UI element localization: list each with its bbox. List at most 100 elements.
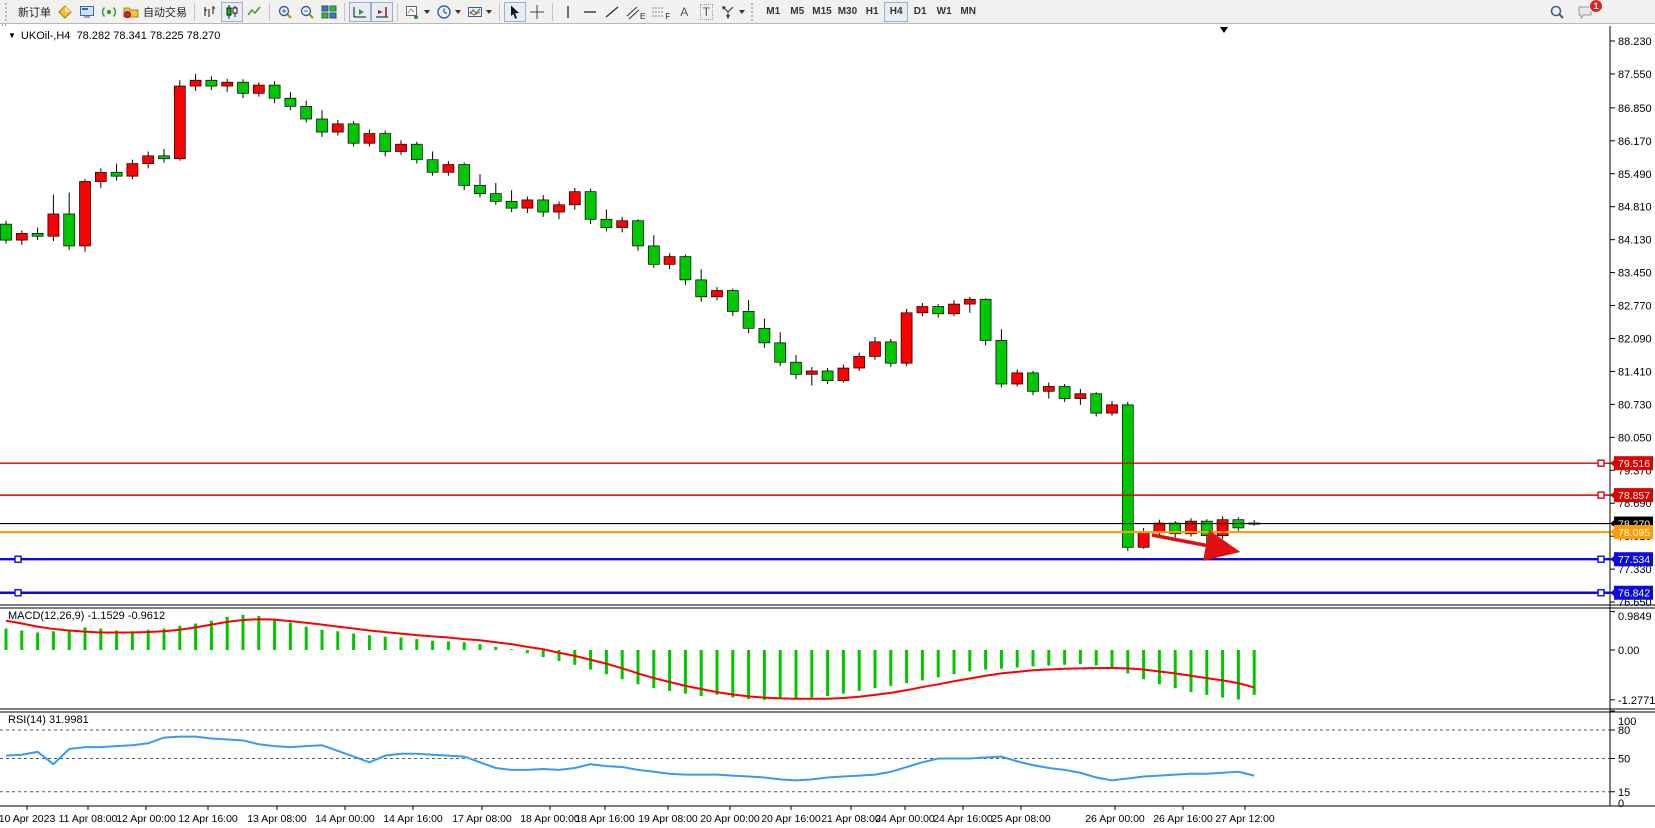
candle-body [1, 224, 12, 240]
time-tick-label[interactable]: 14 Apr 16:00 [383, 813, 443, 825]
candle-body [206, 80, 217, 86]
candle-body [427, 160, 438, 173]
candle-body [1122, 405, 1133, 547]
line-handle[interactable] [15, 590, 21, 596]
candle-body [301, 106, 312, 119]
candle-body [1138, 532, 1149, 548]
candle-body [364, 134, 375, 144]
time-tick-label[interactable]: 26 Apr 00:00 [1085, 813, 1145, 825]
macd-tick-label: -1.2771 [1618, 695, 1655, 707]
rsi-value: 31.9981 [49, 714, 89, 726]
candle-body [806, 371, 817, 374]
candle-body [285, 98, 296, 106]
candle-body [743, 311, 754, 328]
candle-body [901, 313, 912, 363]
candle-body [443, 165, 454, 173]
mt4-terminal: { "toolbar": { "new_order_label": "新订单",… [0, 0, 1655, 828]
candle-body [396, 144, 407, 151]
candle-body [822, 371, 833, 381]
time-tick-label[interactable]: 11 Apr 08:00 [59, 813, 118, 825]
rsi-tick-label: 80 [1618, 725, 1630, 737]
line-handle[interactable] [15, 556, 21, 562]
time-tick-label[interactable]: 21 Apr 08:00 [821, 813, 881, 825]
candle-body [538, 200, 549, 212]
line-handle[interactable] [1598, 556, 1604, 562]
candle-body [996, 340, 1007, 384]
time-tick-label[interactable]: 27 Apr 12:00 [1215, 813, 1275, 825]
candle-body [48, 214, 59, 236]
candle-body [506, 201, 517, 208]
candle-body [174, 86, 185, 159]
candle-body [1107, 405, 1118, 413]
time-tick-label[interactable]: 20 Apr 16:00 [761, 813, 821, 825]
rsi-indicator-label: RSI(14) 31.9981 [8, 714, 89, 726]
price-badge-label: 79.516 [1618, 458, 1650, 470]
candle-body [127, 164, 138, 177]
time-tick-label[interactable]: 25 Apr 08:00 [991, 813, 1051, 825]
time-tick-label[interactable]: 12 Apr 16:00 [178, 813, 238, 825]
candle-body [380, 134, 391, 152]
macd-tick-label: 0.9849 [1618, 611, 1652, 623]
candle-body [522, 200, 533, 208]
candle-body [459, 165, 470, 186]
candle-body [854, 356, 865, 368]
line-handle[interactable] [1598, 492, 1604, 498]
time-tick-label[interactable]: 18 Apr 00:00 [520, 813, 580, 825]
candle-body [411, 144, 422, 160]
candle-body [585, 192, 596, 220]
candle-body [696, 280, 707, 297]
rsi-tick-label: 50 [1618, 754, 1630, 766]
candle-body [1217, 520, 1228, 536]
macd-name: MACD(12,26,9) [8, 610, 84, 622]
time-tick-label[interactable]: 17 Apr 08:00 [452, 813, 512, 825]
time-tick-label[interactable]: 13 Apr 08:00 [247, 813, 307, 825]
time-tick-label[interactable]: 20 Apr 00:00 [700, 813, 760, 825]
ohlc-values: 78.282 78.341 78.225 78.270 [77, 30, 221, 42]
time-tick-label[interactable]: 19 Apr 08:00 [638, 813, 698, 825]
candle-body [332, 124, 343, 132]
candle-body [222, 82, 233, 86]
candle-body [238, 82, 249, 93]
rsi-tick-label: 15 [1618, 787, 1630, 799]
candle-body [980, 299, 991, 340]
chart-background[interactable] [0, 26, 1655, 828]
time-tick-label[interactable]: 26 Apr 16:00 [1153, 813, 1213, 825]
candle-body [601, 219, 612, 227]
price-badge-label: 78.095 [1618, 527, 1650, 539]
candle-body [32, 233, 43, 236]
price-badge-label: 78.857 [1618, 490, 1650, 502]
candle-body [348, 124, 359, 143]
time-tick-label[interactable]: 24 Apr 16:00 [933, 813, 993, 825]
price-tick-label: 86.170 [1618, 136, 1652, 148]
line-handle[interactable] [1598, 590, 1604, 596]
collapse-triangle-icon[interactable]: ▼ [8, 31, 16, 40]
candle-body [1028, 373, 1039, 391]
price-tick-label: 80.730 [1618, 399, 1652, 411]
candle-body [1075, 394, 1086, 399]
candle-body [111, 172, 122, 176]
candle-body [80, 182, 91, 246]
line-handle[interactable] [1598, 460, 1604, 466]
candle-body [1091, 394, 1102, 413]
candle-body [870, 342, 881, 357]
candle-body [1043, 386, 1054, 391]
price-badge-label: 76.842 [1618, 588, 1650, 600]
candle-body [633, 221, 644, 246]
chart-canvas[interactable]: 88.23087.55086.85086.17085.49084.81084.1… [0, 0, 1655, 828]
price-tick-label: 82.090 [1618, 333, 1652, 345]
time-tick-label[interactable]: 14 Apr 00:00 [315, 813, 375, 825]
time-tick-label[interactable]: 24 Apr 00:00 [875, 813, 935, 825]
rsi-name: RSI(14) [8, 714, 46, 726]
price-tick-label: 84.810 [1618, 202, 1652, 214]
candle-body [885, 342, 896, 363]
candle-body [917, 307, 928, 313]
candle-body [475, 185, 486, 193]
time-tick-label[interactable]: 12 Apr 00:00 [116, 813, 176, 825]
candle-body [680, 257, 691, 280]
time-tick-label[interactable]: 10 Apr 2023 [0, 813, 55, 825]
price-tick-label: 80.050 [1618, 432, 1652, 444]
candle-body [964, 299, 975, 304]
candle-body [1012, 373, 1023, 384]
time-tick-label[interactable]: 18 Apr 16:00 [575, 813, 635, 825]
candle-body [648, 246, 659, 264]
